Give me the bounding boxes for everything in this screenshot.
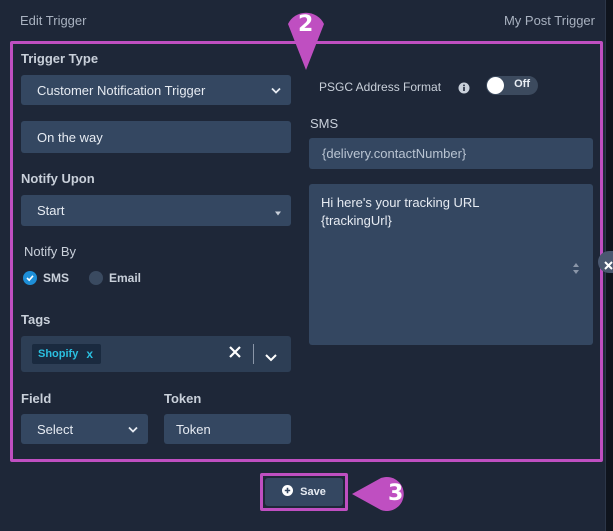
callout-3-label: 3 [388, 481, 404, 506]
callout-2-label: 2 [298, 12, 314, 37]
callout-shapes [288, 12, 404, 511]
